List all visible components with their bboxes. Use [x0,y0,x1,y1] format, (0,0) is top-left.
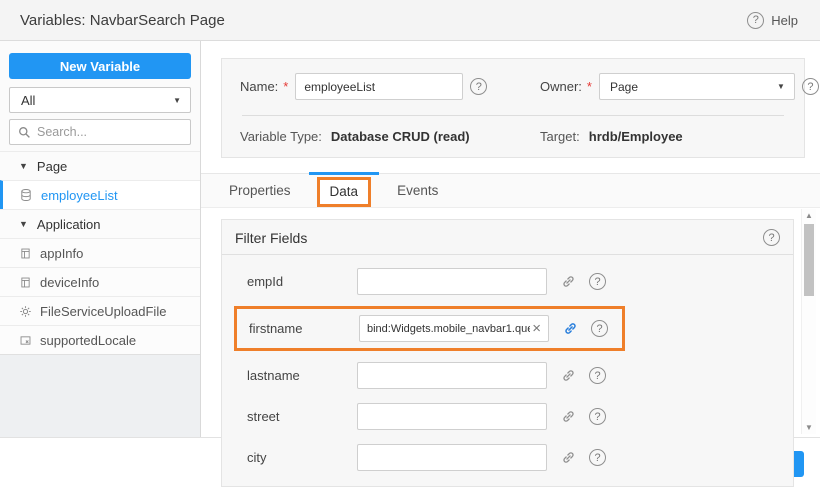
field-input-wrap [357,403,547,430]
collapse-caret-icon: ▼ [19,161,28,171]
field-label: empId [247,274,357,289]
tree-group-application[interactable]: ▼ Application [0,209,200,238]
tab-data[interactable]: Data [317,177,372,207]
sidebar-item-supportedlocale[interactable]: supportedLocale [0,325,200,354]
database-icon [19,188,33,202]
vertical-scrollbar[interactable]: ▲ ▼ [801,209,816,434]
detail-tabs: Properties Data Events [201,173,820,208]
tree-item-label: appInfo [40,246,83,261]
category-filter-value: All [21,93,35,108]
sidebar-item-fileserviceuploadfile[interactable]: FileServiceUploadFile [0,296,200,325]
tree-group-label: Application [37,217,101,232]
city-input[interactable] [365,452,541,464]
variables-tree: ▼ Page employeeList ▼ Applicati [0,151,200,355]
help-label: Help [771,13,798,28]
field-input-wrap [357,444,547,471]
sidebar-item-employeelist[interactable]: employeeList [0,180,200,209]
variable-type-value: Database CRUD (read) [331,129,470,144]
tree-group-label: Page [37,159,67,174]
variables-dialog: Variables: NavbarSearch Page ? Help New … [0,0,820,490]
filter-row-city: city ? [222,437,793,478]
filter-fields-help-icon[interactable]: ? [763,229,780,246]
variable-type-label: Variable Type: [240,129,322,144]
field-help-icon[interactable]: ? [589,449,606,466]
empid-input[interactable] [365,276,541,288]
locale-doc-icon [19,334,32,347]
sidebar-item-deviceinfo[interactable]: deviceInfo [0,267,200,296]
field-help-icon[interactable]: ? [589,273,606,290]
street-input[interactable] [365,411,541,423]
device-icon [19,247,32,260]
variables-sidebar: New Variable All ▼ ▼ Page [0,41,201,437]
chevron-down-icon: ▼ [777,82,785,91]
target-label: Target: [540,129,580,144]
chevron-down-icon: ▼ [173,96,181,105]
name-help-icon[interactable]: ? [470,78,487,95]
filter-fields-panel: Filter Fields ? empId [221,219,794,487]
variable-detail-panel: Name: * ? Owner: * Page ▼ ? [201,41,820,437]
category-filter-dropdown[interactable]: All ▼ [9,87,191,113]
tree-item-label: FileServiceUploadFile [40,304,166,319]
page-title: Variables: NavbarSearch Page [20,12,225,29]
bind-link-icon[interactable] [561,368,576,383]
owner-select[interactable]: Page ▼ [599,73,795,100]
scroll-up-icon[interactable]: ▲ [802,211,816,220]
field-label: city [247,450,357,465]
tab-properties[interactable]: Properties [211,174,309,208]
sidebar-search[interactable] [9,119,191,145]
bind-link-icon[interactable] [563,321,578,336]
name-label: Name: [240,79,278,94]
collapse-caret-icon: ▼ [19,219,28,229]
clear-bind-icon[interactable]: × [530,321,543,336]
tree-item-label: deviceInfo [40,275,99,290]
filter-row-firstname: firstname × [222,302,793,355]
required-asterisk: * [587,79,592,94]
dialog-header: Variables: NavbarSearch Page ? Help [0,0,820,41]
new-variable-button[interactable]: New Variable [9,53,191,79]
field-label: firstname [249,321,359,336]
lastname-input[interactable] [365,370,541,382]
field-input-wrap: × [359,315,549,342]
owner-label: Owner: [540,79,582,94]
bind-link-icon[interactable] [561,274,576,289]
variable-summary-panel: Name: * ? Owner: * Page ▼ ? [221,58,805,158]
search-input[interactable] [37,125,182,139]
owner-value: Page [610,80,638,94]
tree-item-label: supportedLocale [40,333,136,348]
sidebar-controls: New Variable All ▼ [0,41,200,151]
field-input-wrap [357,268,547,295]
panel-divider [242,115,784,116]
filter-row-street: street ? [222,396,793,437]
scrollbar-thumb[interactable] [804,224,814,296]
firstname-bind-input[interactable] [367,323,530,335]
field-label: street [247,409,357,424]
annotation-highlight-box: firstname × [234,306,625,351]
variable-name-input[interactable] [295,73,463,100]
help-question-icon: ? [747,12,764,29]
field-help-icon[interactable]: ? [591,320,608,337]
search-icon [18,126,31,139]
tree-group-page[interactable]: ▼ Page [0,151,200,180]
field-label: lastname [247,368,357,383]
filter-row-lastname: lastname ? [222,355,793,396]
scroll-down-icon[interactable]: ▼ [802,423,816,432]
target-value: hrdb/Employee [589,129,683,144]
field-help-icon[interactable]: ? [589,408,606,425]
field-input-wrap [357,362,547,389]
tab-events[interactable]: Events [379,174,456,208]
tree-item-label: employeeList [41,188,118,203]
device-icon [19,276,32,289]
service-gear-icon [19,305,32,318]
filter-fields-title: Filter Fields [235,230,307,246]
help-link[interactable]: ? Help [747,12,798,29]
bind-link-icon[interactable] [561,450,576,465]
owner-help-icon[interactable]: ? [802,78,819,95]
field-help-icon[interactable]: ? [589,367,606,384]
bind-link-icon[interactable] [561,409,576,424]
sidebar-item-appinfo[interactable]: appInfo [0,238,200,267]
filter-row-empid: empId ? [222,261,793,302]
required-asterisk: * [283,79,288,94]
